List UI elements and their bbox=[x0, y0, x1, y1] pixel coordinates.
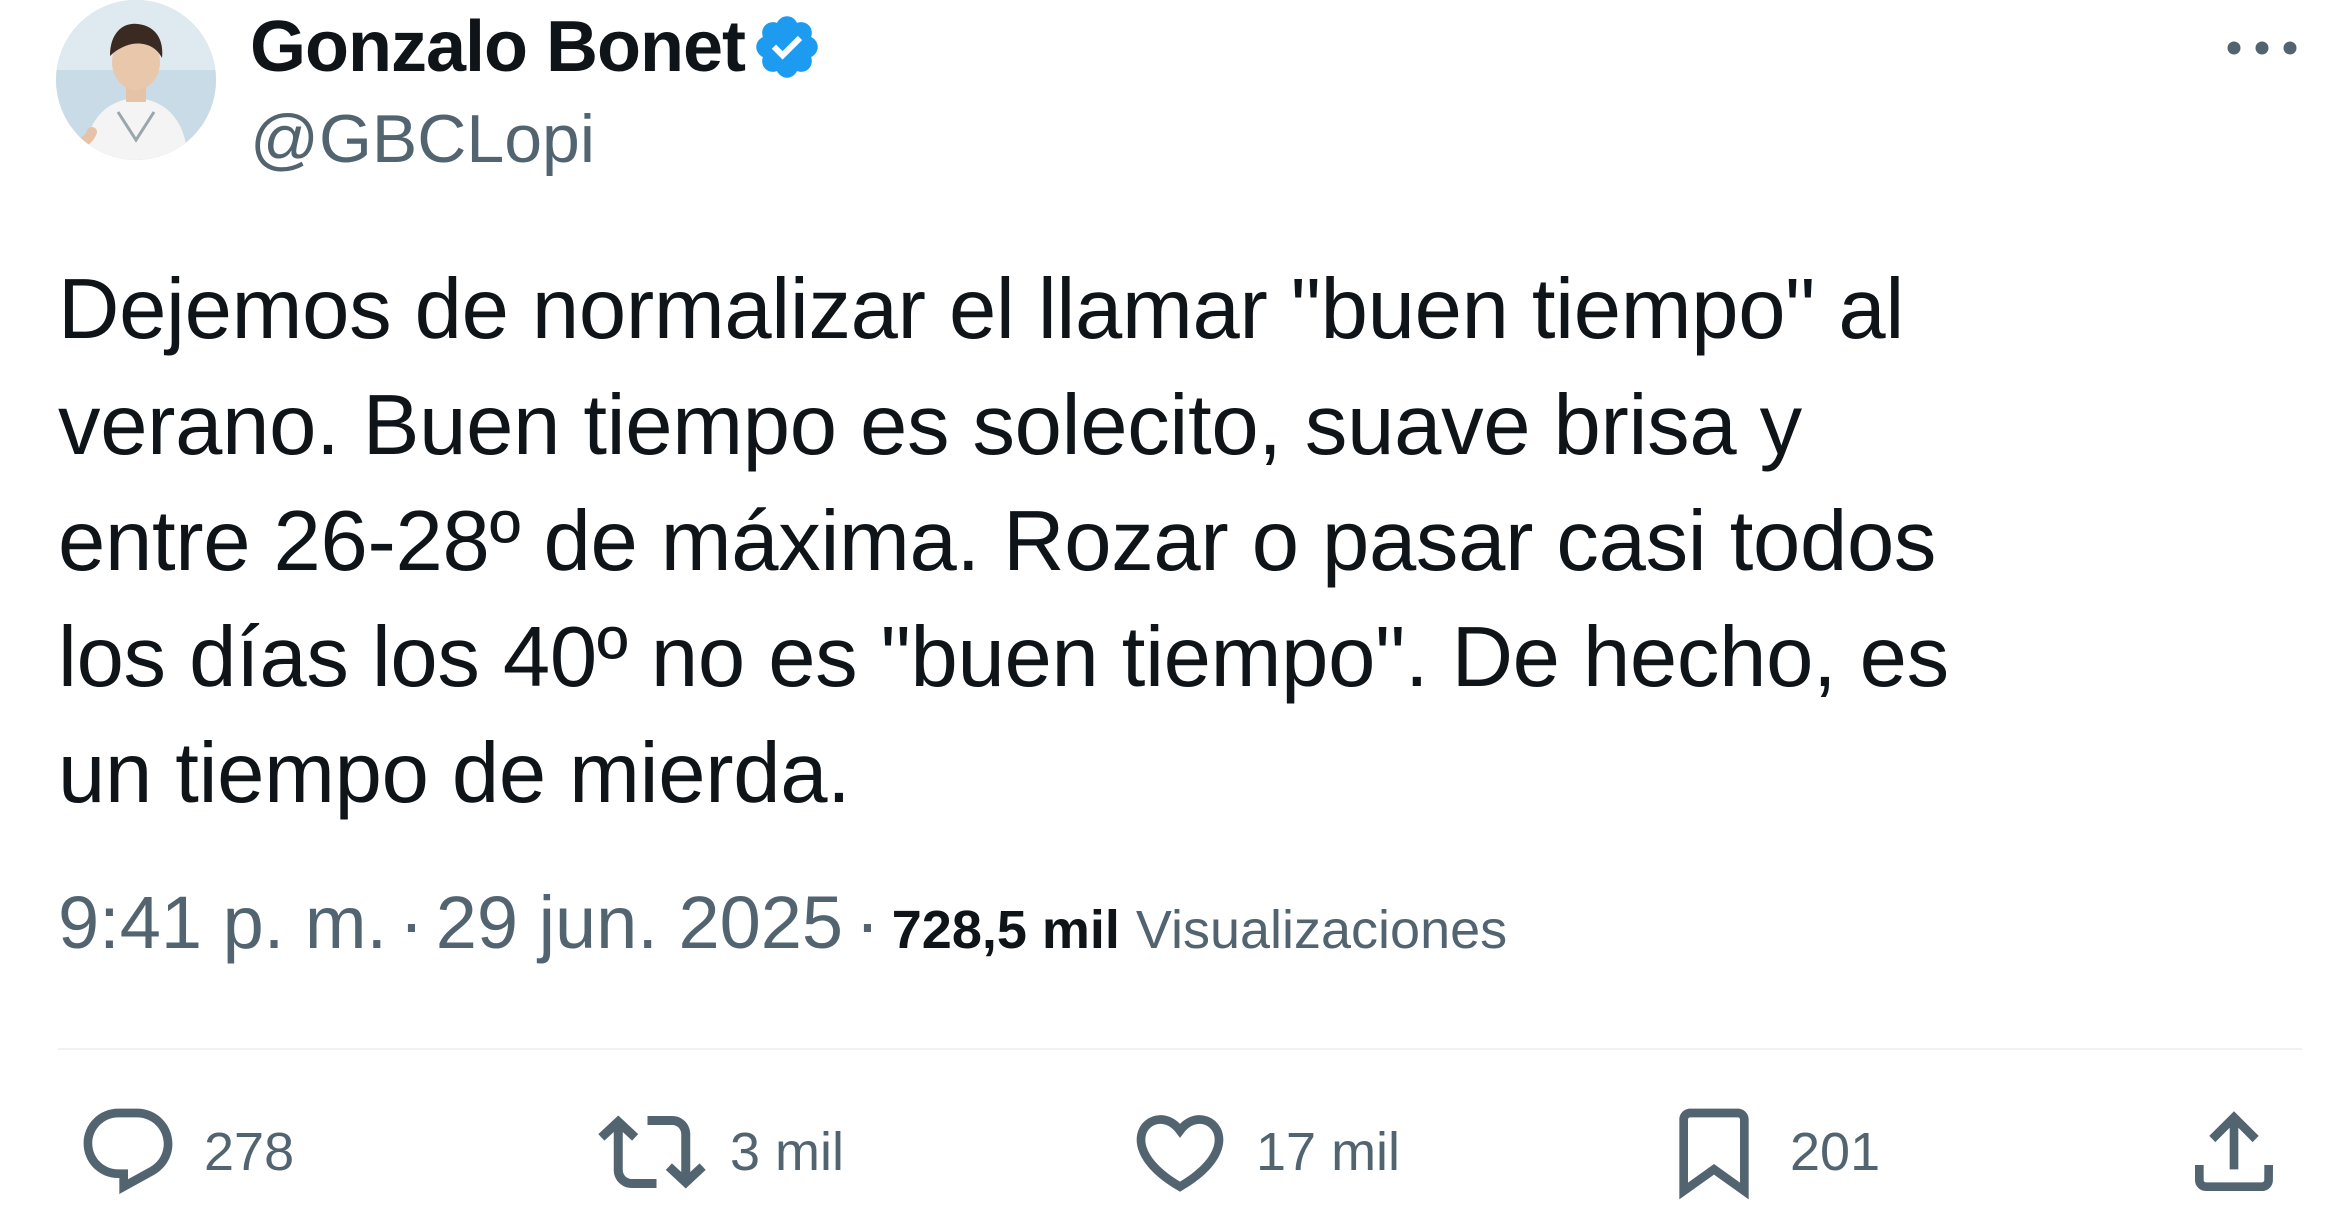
verified-badge-icon[interactable] bbox=[751, 11, 823, 83]
views-count[interactable]: 728,5 mil bbox=[892, 899, 1120, 961]
reply-icon bbox=[83, 1108, 173, 1195]
tweet-text: Dejemos de normalizar el llamar "buen ti… bbox=[58, 262, 1949, 821]
heart-icon bbox=[1136, 1115, 1224, 1192]
reply-count: 278 bbox=[204, 1122, 295, 1182]
display-name[interactable]: Gonzalo Bonet bbox=[250, 6, 746, 88]
more-dots-icon bbox=[2227, 41, 2297, 55]
retweet-icon bbox=[598, 1115, 706, 1189]
author-name-row[interactable]: Gonzalo Bonet bbox=[250, 4, 823, 90]
like-count: 17 mil bbox=[1256, 1122, 1401, 1182]
meta-separator: · bbox=[855, 881, 880, 964]
reply-button[interactable]: 278 bbox=[76, 1092, 294, 1212]
like-button[interactable]: 17 mil bbox=[1128, 1092, 1400, 1212]
tweet-date[interactable]: 29 jun. 2025 bbox=[436, 880, 843, 965]
tweet-time[interactable]: 9:41 p. m. bbox=[58, 880, 387, 965]
share-button[interactable] bbox=[2182, 1092, 2286, 1212]
retweet-count: 3 mil bbox=[730, 1122, 845, 1182]
views-label[interactable]: Visualizaciones bbox=[1136, 899, 1507, 961]
profile-photo-icon bbox=[56, 0, 216, 160]
retweet-button[interactable]: 3 mil bbox=[598, 1092, 844, 1212]
bookmark-button[interactable]: 201 bbox=[1662, 1092, 1880, 1212]
share-icon bbox=[2195, 1111, 2273, 1191]
divider bbox=[58, 1048, 2302, 1050]
tweet-card: Gonzalo Bonet @GBCLopi Dejemos de normal… bbox=[0, 0, 2350, 1230]
more-options-button[interactable] bbox=[2212, 18, 2312, 78]
author-handle[interactable]: @GBCLopi bbox=[250, 100, 595, 178]
tweet-meta: 9:41 p. m. · 29 jun. 2025 · 728,5 mil Vi… bbox=[58, 880, 1507, 990]
bookmark-icon bbox=[1679, 1108, 1749, 1200]
meta-separator: · bbox=[399, 881, 424, 964]
bookmark-count: 201 bbox=[1790, 1122, 1881, 1182]
avatar[interactable] bbox=[56, 0, 216, 160]
